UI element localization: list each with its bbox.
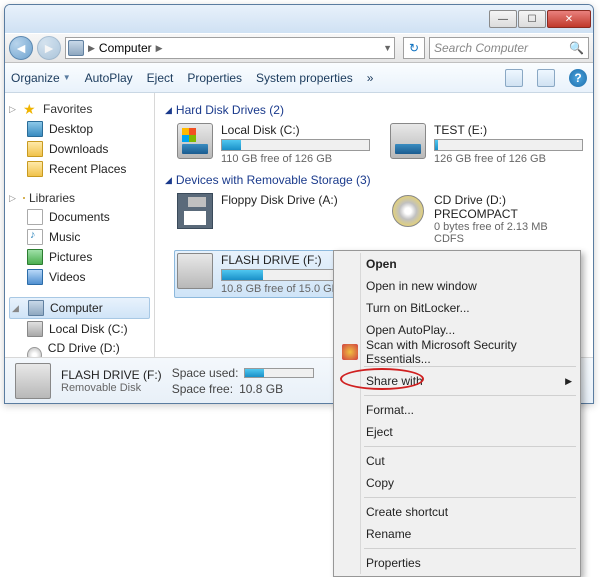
sidebar-item-videos[interactable]: Videos (9, 267, 150, 287)
chevron-right-icon: ▶ (156, 43, 163, 54)
details-type: Removable Disk (61, 382, 162, 394)
drive-icon (27, 321, 43, 337)
search-icon: 🔍 (569, 41, 584, 55)
dropdown-icon[interactable]: ▼ (383, 43, 392, 53)
menu-open-new-window[interactable]: Open in new window (336, 275, 578, 297)
drive-cd-d[interactable]: CD Drive (D:) PRECOMPACT 0 bytes free of… (390, 193, 583, 245)
organize-button[interactable]: Organize ▼ (11, 71, 71, 85)
cd-icon (27, 347, 42, 357)
desktop-icon (27, 121, 43, 137)
removable-section-header[interactable]: ◢Devices with Removable Storage (3) (165, 173, 583, 187)
nav-toolbar: ◄ ► ▶ Computer ▶ ▼ ↻ Search Computer 🔍 (5, 33, 593, 63)
menu-format[interactable]: Format... (336, 399, 578, 421)
drive-floppy-a[interactable]: Floppy Disk Drive (A:) (177, 193, 370, 245)
drive-local-c[interactable]: Local Disk (C:) 110 GB free of 126 GB (177, 123, 370, 165)
computer-icon (68, 40, 84, 56)
menu-share-with[interactable]: Share with▶ (336, 370, 578, 392)
menu-cut[interactable]: Cut (336, 450, 578, 472)
sidebar-item-cd-drive[interactable]: CD Drive (D:) PRE… (9, 339, 150, 357)
sidebar-item-downloads[interactable]: Downloads (9, 139, 150, 159)
star-icon: ★ (23, 101, 39, 117)
shield-icon (342, 344, 358, 360)
favorites-header[interactable]: ▷★Favorites (9, 99, 150, 119)
refresh-button[interactable]: ↻ (403, 37, 425, 59)
usb-drive-icon (177, 253, 213, 289)
address-bar[interactable]: ▶ Computer ▶ ▼ (65, 37, 395, 59)
floppy-icon (177, 193, 213, 229)
menu-copy[interactable]: Copy (336, 472, 578, 494)
videos-icon (27, 269, 43, 285)
music-icon (27, 229, 43, 245)
menu-properties[interactable]: Properties (336, 552, 578, 574)
sidebar-item-pictures[interactable]: Pictures (9, 247, 150, 267)
sidebar-item-local-disk[interactable]: Local Disk (C:) (9, 319, 150, 339)
hdd-section-header[interactable]: ◢Hard Disk Drives (2) (165, 103, 583, 117)
pictures-icon (27, 249, 43, 265)
menu-bitlocker[interactable]: Turn on BitLocker... (336, 297, 578, 319)
navigation-pane: ▷★Favorites Desktop Downloads Recent Pla… (5, 93, 155, 357)
autoplay-button[interactable]: AutoPlay (85, 71, 133, 85)
eject-button[interactable]: Eject (147, 71, 174, 85)
sidebar-item-computer[interactable]: ◢Computer (9, 297, 150, 319)
maximize-button[interactable]: ☐ (518, 10, 546, 28)
sidebar-item-documents[interactable]: Documents (9, 207, 150, 227)
cd-icon (392, 195, 424, 227)
properties-button[interactable]: Properties (187, 71, 242, 85)
hdd-icon (390, 123, 426, 159)
close-button[interactable]: ✕ (547, 10, 591, 28)
collapse-icon: ◢ (165, 175, 172, 186)
documents-icon (27, 209, 43, 225)
titlebar: — ☐ ✕ (5, 5, 593, 33)
sidebar-item-music[interactable]: Music (9, 227, 150, 247)
libraries-header[interactable]: ▷Libraries (9, 189, 150, 207)
minimize-button[interactable]: — (489, 10, 517, 28)
back-button[interactable]: ◄ (9, 36, 33, 60)
help-icon[interactable]: ? (569, 69, 587, 87)
menu-rename[interactable]: Rename (336, 523, 578, 545)
folder-icon (27, 161, 43, 177)
menu-scan[interactable]: Scan with Microsoft Security Essentials.… (336, 341, 578, 363)
context-menu: Open Open in new window Turn on BitLocke… (333, 250, 581, 577)
folder-icon (27, 141, 43, 157)
search-placeholder: Search Computer (434, 41, 528, 55)
chevron-right-icon: ▶ (88, 43, 95, 54)
libraries-icon (23, 197, 25, 199)
computer-icon (28, 300, 44, 316)
system-properties-button[interactable]: System properties (256, 71, 353, 85)
menu-open[interactable]: Open (336, 253, 578, 275)
command-bar: Organize ▼ AutoPlay Eject Properties Sys… (5, 63, 593, 93)
more-button[interactable]: » (367, 71, 374, 85)
submenu-arrow-icon: ▶ (565, 376, 572, 387)
usb-drive-icon (15, 363, 51, 399)
collapse-icon: ◢ (165, 105, 172, 116)
hdd-icon (177, 123, 213, 159)
sidebar-item-desktop[interactable]: Desktop (9, 119, 150, 139)
search-box[interactable]: Search Computer 🔍 (429, 37, 589, 59)
details-name: FLASH DRIVE (F:) (61, 368, 162, 382)
preview-pane-icon[interactable] (537, 69, 555, 87)
drive-test-e[interactable]: TEST (E:) 126 GB free of 126 GB (390, 123, 583, 165)
breadcrumb-location[interactable]: Computer (99, 41, 152, 55)
menu-create-shortcut[interactable]: Create shortcut (336, 501, 578, 523)
menu-eject[interactable]: Eject (336, 421, 578, 443)
sidebar-item-recent[interactable]: Recent Places (9, 159, 150, 179)
view-icon[interactable] (505, 69, 523, 87)
forward-button[interactable]: ► (37, 36, 61, 60)
